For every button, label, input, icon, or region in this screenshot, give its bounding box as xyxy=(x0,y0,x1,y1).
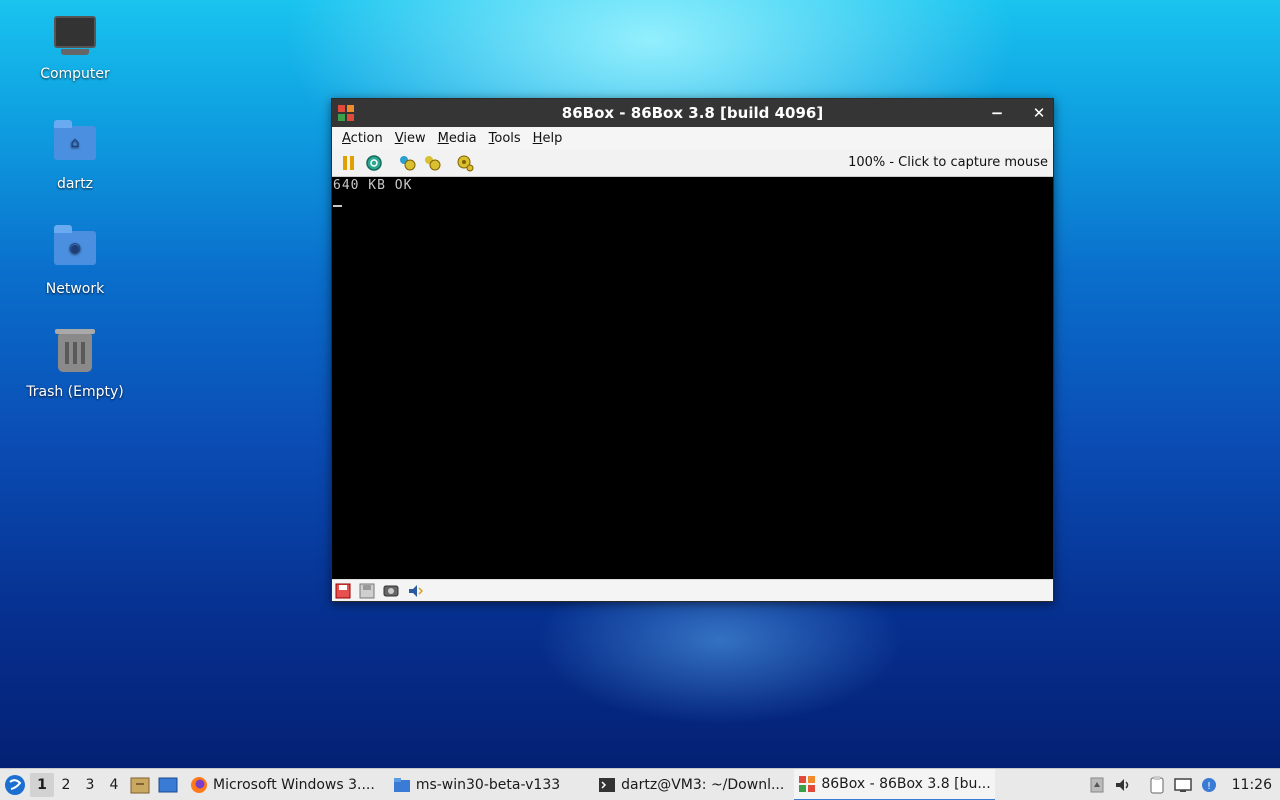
86box-icon xyxy=(798,775,816,793)
desktop-icon xyxy=(158,777,178,792)
settings-button[interactable] xyxy=(454,152,476,174)
system-tray: ! 11:26 xyxy=(1084,769,1280,800)
floppy-drive-2-icon[interactable] xyxy=(358,583,376,599)
clock[interactable]: 11:26 xyxy=(1222,777,1280,793)
task-label: 86Box - 86Box 3.8 [bu... xyxy=(821,775,991,792)
desktop-icon-home[interactable]: ⌂ dartz xyxy=(20,120,130,192)
floppy-drive-icon[interactable] xyxy=(334,583,352,599)
emulator-screen[interactable]: 640 KB OK xyxy=(332,177,1053,579)
keyboard-combo-icon xyxy=(400,155,416,170)
volume-icon[interactable] xyxy=(1110,772,1136,798)
menu-bar: Action View Media Tools Help xyxy=(332,127,1053,149)
workspace-4[interactable]: 4 xyxy=(102,773,126,797)
pause-button[interactable] xyxy=(338,152,360,174)
task-ms-win30[interactable]: ms-win30-beta-v133 xyxy=(389,769,564,800)
menu-view[interactable]: View xyxy=(389,131,432,146)
task-label: Microsoft Windows 3.... xyxy=(213,776,375,793)
text-cursor xyxy=(333,205,342,207)
status-bar xyxy=(332,579,1053,601)
file-cabinet-icon xyxy=(130,777,150,793)
ctrl-alt-del-button[interactable] xyxy=(396,152,418,174)
screen-text: 640 KB OK xyxy=(333,178,413,193)
workspace-3[interactable]: 3 xyxy=(78,773,102,797)
show-desktop-launcher[interactable] xyxy=(154,771,182,799)
home-folder-icon: ⌂ xyxy=(53,120,97,170)
ctrl-alt-esc-button[interactable] xyxy=(421,152,443,174)
menu-tools[interactable]: Tools xyxy=(483,131,527,146)
pause-icon xyxy=(343,155,354,170)
clipboard-icon[interactable] xyxy=(1144,772,1170,798)
task-86box[interactable]: 86Box - 86Box 3.8 [bu... xyxy=(794,768,995,800)
keyboard-esc-icon xyxy=(425,155,441,170)
network-folder-icon: ◉ xyxy=(53,225,97,275)
task-label: dartz@VM3: ~/Downl... xyxy=(621,776,785,793)
firefox-icon xyxy=(190,776,208,794)
workspace-2[interactable]: 2 xyxy=(54,773,78,797)
workspace-1[interactable]: 1 xyxy=(30,772,54,797)
menu-action[interactable]: Action xyxy=(336,131,389,146)
task-microsoft-windows[interactable]: Microsoft Windows 3.... xyxy=(186,769,379,800)
trash-icon xyxy=(53,329,97,378)
gear-icon xyxy=(457,155,474,171)
task-terminal[interactable]: dartz@VM3: ~/Downl... xyxy=(594,769,788,800)
window-title: 86Box - 86Box 3.8 [build 4096] xyxy=(561,104,824,122)
folder-icon xyxy=(393,776,411,794)
emulator-window: 86Box - 86Box 3.8 [build 4096] − ✕ Actio… xyxy=(331,98,1054,602)
start-menu-button[interactable] xyxy=(0,769,30,800)
update-notifier-icon[interactable]: ! xyxy=(1196,772,1222,798)
task-label: ms-win30-beta-v133 xyxy=(415,776,561,793)
desktop-icon-computer[interactable]: Computer xyxy=(20,16,130,82)
terminal-icon xyxy=(598,776,616,794)
sound-icon[interactable] xyxy=(406,583,424,599)
lubuntu-logo-icon xyxy=(5,774,25,795)
desktop-icon-label: Network xyxy=(45,281,105,297)
capture-status[interactable]: 100% - Click to capture mouse xyxy=(848,155,1048,170)
minimize-button[interactable]: − xyxy=(986,103,1008,123)
86box-app-icon[interactable] xyxy=(337,104,355,126)
taskbar: 1 2 3 4 Microsoft Windows 3.... ms-win30… xyxy=(0,768,1280,800)
network-connection-icon[interactable] xyxy=(1170,772,1196,798)
desktop-icon-trash[interactable]: Trash (Empty) xyxy=(20,329,130,400)
svg-text:!: ! xyxy=(1207,781,1211,792)
menu-media[interactable]: Media xyxy=(432,131,483,146)
menu-help[interactable]: Help xyxy=(527,131,569,146)
desktop-icon-network[interactable]: ◉ Network xyxy=(20,225,130,297)
desktop-icon-label: Computer xyxy=(40,66,110,82)
desktop-icon-label: dartz xyxy=(56,176,94,192)
hard-disk-icon[interactable] xyxy=(382,583,400,599)
desktop-icon-label: Trash (Empty) xyxy=(26,384,124,400)
toolbar: 100% - Click to capture mouse xyxy=(332,149,1053,177)
window-titlebar[interactable]: 86Box - 86Box 3.8 [build 4096] − ✕ xyxy=(332,99,1053,127)
file-manager-launcher[interactable] xyxy=(126,771,154,799)
tray-expand-icon[interactable] xyxy=(1084,772,1110,798)
computer-icon xyxy=(53,16,97,60)
close-button[interactable]: ✕ xyxy=(1028,103,1050,123)
reset-icon xyxy=(366,154,382,171)
hard-reset-button[interactable] xyxy=(363,152,385,174)
